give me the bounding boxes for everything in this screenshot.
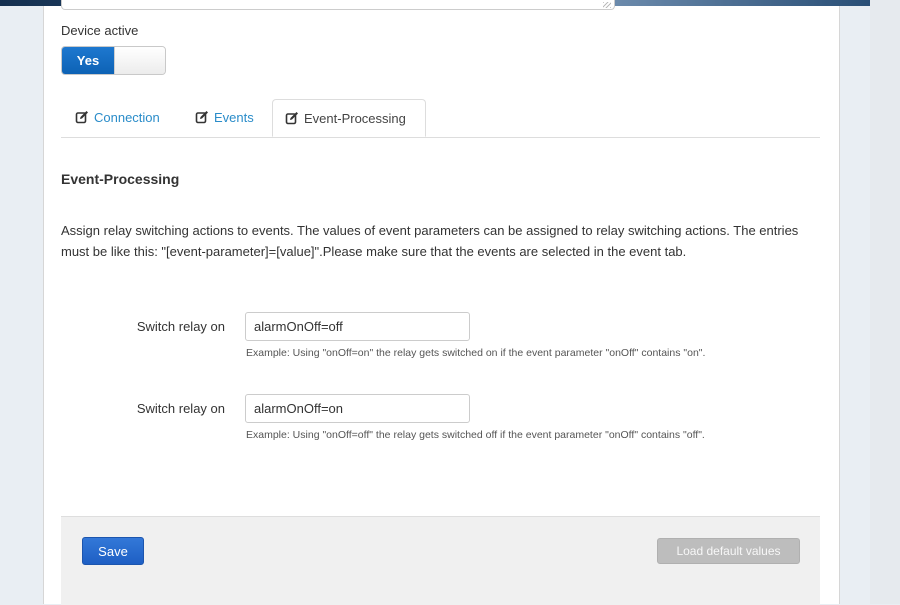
section-title: Event-Processing [61, 171, 180, 187]
page-background-strip [870, 0, 900, 604]
edit-icon [75, 111, 88, 124]
tab-bar: Connection Events Event-Processing [61, 99, 820, 138]
tab-events[interactable]: Events [195, 99, 254, 137]
edit-icon [285, 112, 298, 125]
switch-relay-on-input-1[interactable] [245, 312, 470, 341]
load-default-values-button[interactable]: Load default values [657, 538, 800, 564]
description-textarea[interactable] [61, 0, 615, 10]
settings-panel [43, 6, 840, 604]
toggle-knob[interactable] [114, 47, 165, 74]
tab-connection-label: Connection [94, 110, 160, 125]
switch-relay-on-input-2[interactable] [245, 394, 470, 423]
switch-relay-on-label-1: Switch relay on [136, 319, 225, 334]
form-footer: Save Load default values [61, 516, 820, 605]
resize-grip-icon[interactable] [603, 2, 611, 8]
tab-connection[interactable]: Connection [75, 99, 160, 137]
tab-event-processing-label: Event-Processing [304, 111, 406, 126]
section-description: Assign relay switching actions to events… [61, 223, 799, 259]
save-button[interactable]: Save [82, 537, 144, 565]
switch-relay-on-label-2: Switch relay on [136, 401, 225, 416]
switch-relay-on-hint-2: Example: Using "onOff=off" the relay get… [246, 429, 705, 441]
edit-icon [195, 111, 208, 124]
device-active-toggle[interactable]: Yes [61, 46, 166, 75]
device-active-label: Device active [61, 23, 139, 38]
toggle-yes-label: Yes [62, 47, 114, 74]
switch-relay-on-hint-1: Example: Using "onOff=on" the relay gets… [246, 347, 706, 359]
tab-event-processing[interactable]: Event-Processing [272, 99, 426, 137]
tab-events-label: Events [214, 110, 254, 125]
